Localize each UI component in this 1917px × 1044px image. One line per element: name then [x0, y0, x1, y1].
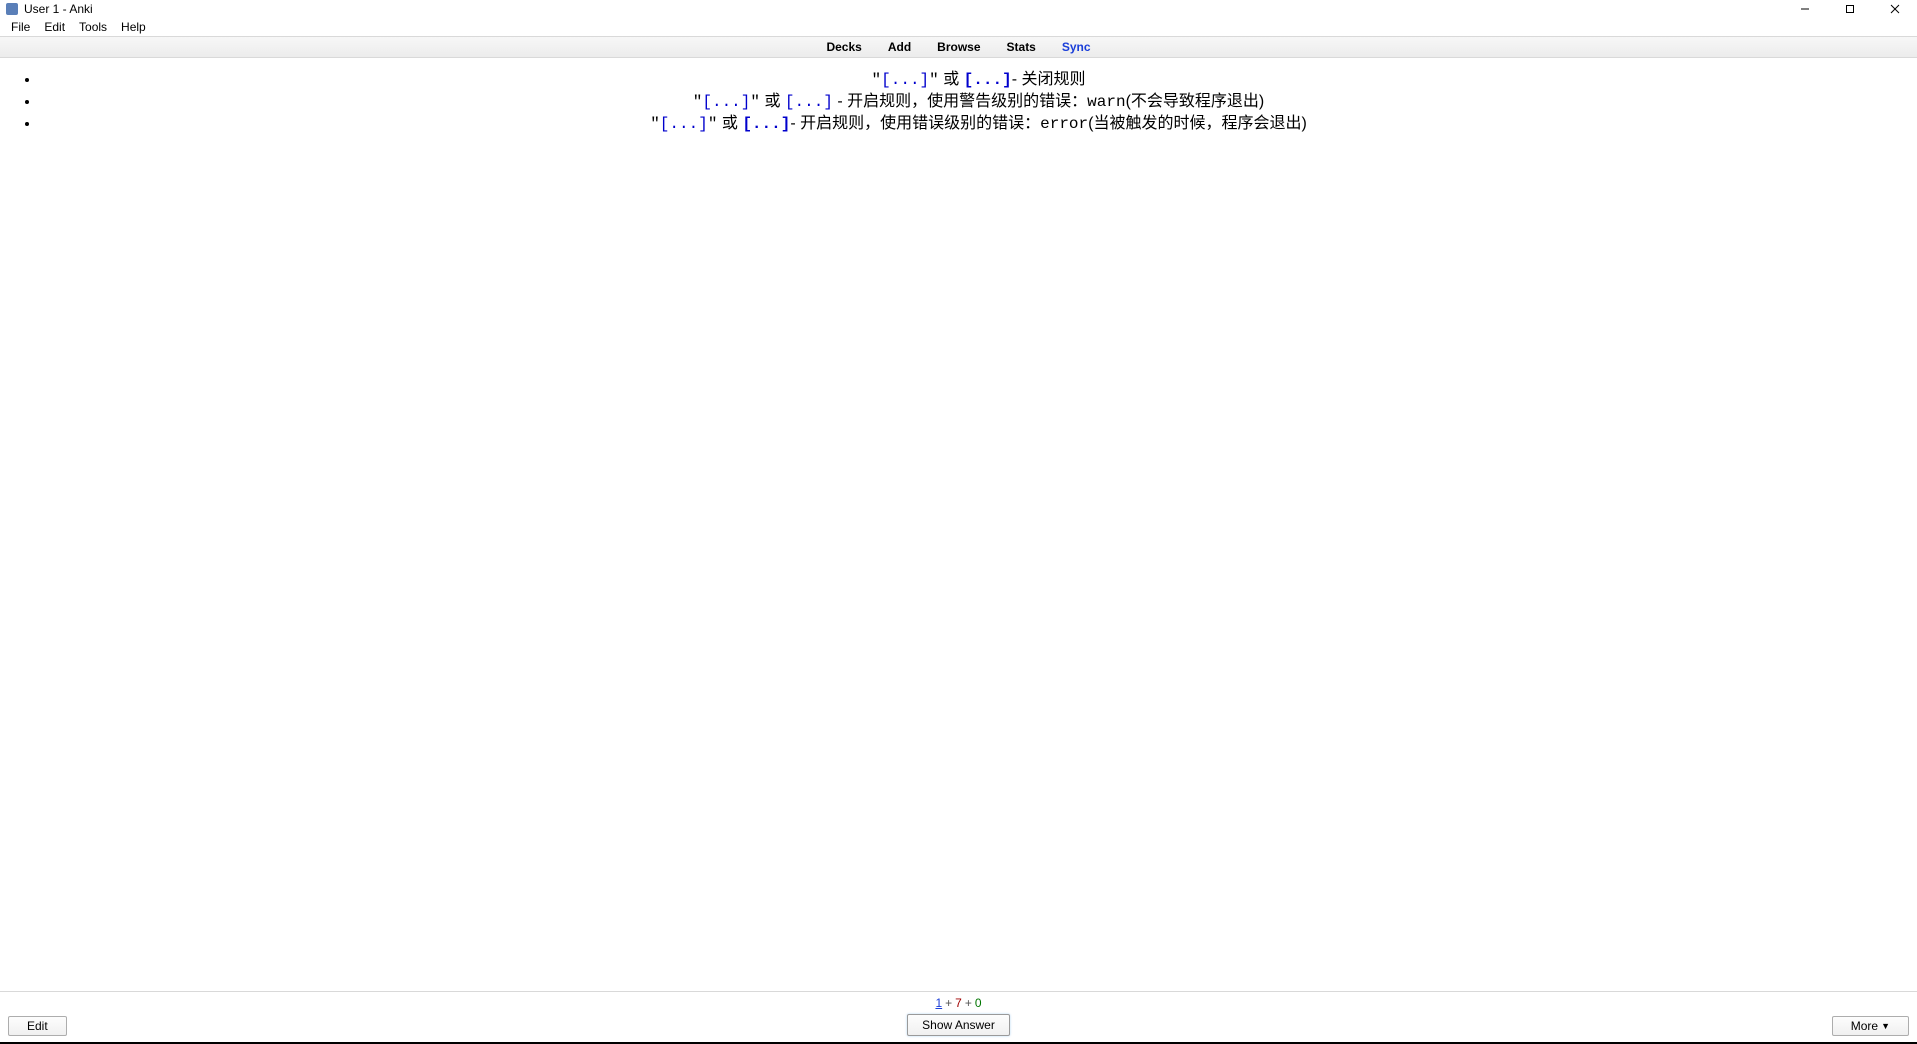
- toolbar-sync[interactable]: Sync: [1062, 40, 1091, 54]
- card-list: "[...]" 或 [...]- 关闭规则 "[...]" 或 [...] - …: [0, 70, 1917, 135]
- menu-help[interactable]: Help: [114, 19, 153, 35]
- toolbar-browse[interactable]: Browse: [937, 40, 980, 54]
- show-answer-button[interactable]: Show Answer: [907, 1014, 1010, 1036]
- maximize-button[interactable]: [1827, 0, 1872, 18]
- card-content: "[...]" 或 [...]- 关闭规则 "[...]" 或 [...] - …: [0, 58, 1917, 991]
- card-line-0: "[...]" 或 [...]- 关闭规则: [40, 70, 1917, 90]
- menu-file[interactable]: File: [4, 19, 37, 35]
- titlebar: User 1 - Anki: [0, 0, 1917, 18]
- minimize-button[interactable]: [1782, 0, 1827, 18]
- window-title: User 1 - Anki: [24, 2, 93, 16]
- count-new: 1: [935, 996, 942, 1010]
- toolbar-stats[interactable]: Stats: [1007, 40, 1036, 54]
- toolbar-decks[interactable]: Decks: [826, 40, 861, 54]
- window-controls: [1782, 0, 1917, 18]
- count-plus2: +: [965, 996, 972, 1010]
- close-button[interactable]: [1872, 0, 1917, 18]
- toolbar: Decks Add Browse Stats Sync: [0, 36, 1917, 58]
- count-plus1: +: [945, 996, 952, 1010]
- more-button[interactable]: More ▼: [1832, 1016, 1909, 1036]
- count-learn: 7: [955, 996, 962, 1010]
- count-due: 0: [975, 996, 982, 1010]
- more-button-label: More: [1851, 1019, 1878, 1033]
- menu-edit[interactable]: Edit: [37, 19, 72, 35]
- card-counter: 1 + 7 + 0: [935, 996, 981, 1010]
- bottombar: 1 + 7 + 0 Show Answer Edit More ▼: [0, 991, 1917, 1042]
- titlebar-left: User 1 - Anki: [6, 2, 93, 16]
- card-line-2: "[...]" 或 [...]- 开启规则，使用错误级别的错误：error(当被…: [40, 114, 1917, 134]
- menu-tools[interactable]: Tools: [72, 19, 114, 35]
- edit-button[interactable]: Edit: [8, 1016, 67, 1036]
- chevron-down-icon: ▼: [1881, 1021, 1890, 1031]
- app-icon: [6, 3, 18, 15]
- card-line-1: "[...]" 或 [...] - 开启规则，使用警告级别的错误：warn(不会…: [40, 92, 1917, 112]
- toolbar-add[interactable]: Add: [888, 40, 911, 54]
- menubar: File Edit Tools Help: [0, 18, 1917, 36]
